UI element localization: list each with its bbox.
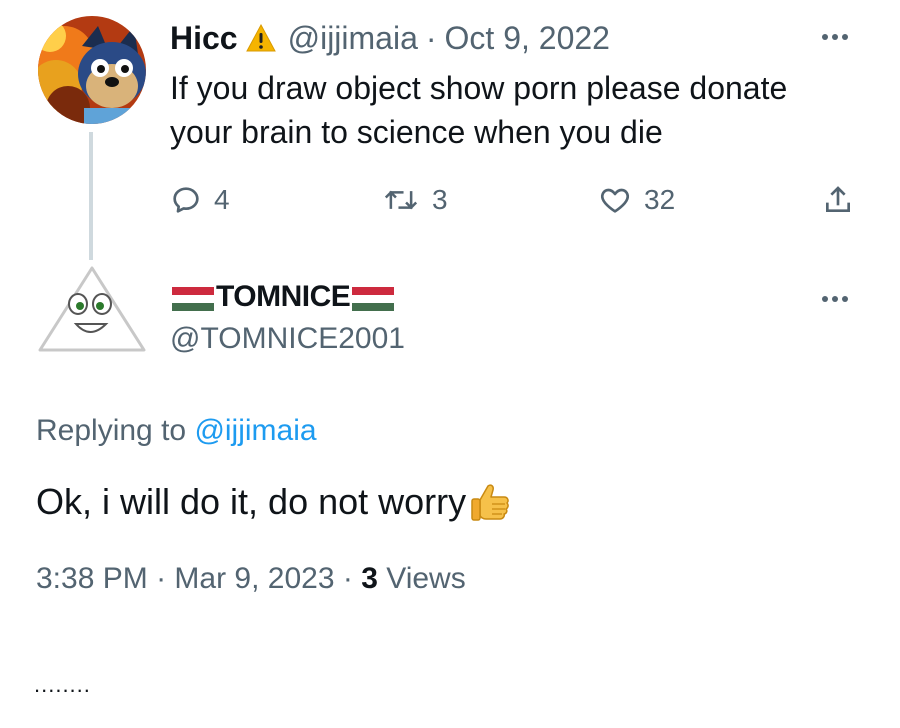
display-name[interactable]: Hicc [170, 18, 238, 58]
hungary-flag-icon [352, 285, 395, 311]
like-count: 32 [644, 184, 676, 215]
tweet-header: Hicc @ijjimaia · Oct 9, 2022 [170, 18, 610, 58]
reply-button[interactable]: 4 [170, 180, 230, 220]
more-options-button[interactable] [820, 22, 850, 57]
user-handle[interactable]: @ijjimaia [288, 18, 418, 58]
separator-dot: · [425, 20, 437, 56]
thumbs-up-icon [468, 480, 512, 524]
views-count: 3 [361, 562, 378, 595]
share-button[interactable] [822, 180, 866, 220]
retweet-icon [384, 190, 418, 210]
reply-user-handle[interactable]: @TOMNICE2001 [170, 322, 405, 356]
views-label[interactable]: Views [386, 562, 465, 595]
hungary-flag-icon [172, 285, 214, 311]
reply-text-row: Ok, i will do it, do not worry [36, 478, 512, 526]
retweet-count: 3 [432, 184, 448, 215]
tweet-text: If you draw object show porn please dona… [170, 70, 788, 150]
tweet-meta: 3:38 PM · Mar 9, 2023 · 3 Views [36, 562, 466, 596]
separator-dot: · [156, 562, 167, 595]
retweet-button[interactable]: 3 [382, 180, 448, 220]
reply-display-name-row[interactable]: TOMNICE [170, 280, 396, 314]
reply-avatar[interactable] [36, 262, 148, 358]
tweet-time[interactable]: 3:38 PM [36, 562, 148, 595]
reply-count: 4 [214, 184, 230, 215]
avatar-image [38, 16, 146, 124]
heart-icon [601, 188, 629, 213]
thread-connector-line [89, 132, 93, 260]
replying-to-link[interactable]: @ijjimaia [194, 414, 316, 447]
replying-to-line: Replying to @ijjimaia [36, 414, 317, 448]
avatar[interactable] [38, 16, 146, 124]
replying-to-label: Replying to [36, 414, 187, 447]
like-button[interactable]: 32 [598, 180, 675, 220]
reply-icon [173, 187, 199, 213]
separator-dot: · [342, 562, 353, 595]
reply-display-name: TOMNICE [216, 280, 351, 313]
trailing-ellipsis-text: ........ [34, 672, 91, 697]
warning-icon [245, 24, 276, 52]
more-icon [822, 296, 848, 302]
more-icon [822, 34, 848, 40]
share-icon [826, 186, 850, 212]
triangle-character-avatar [38, 266, 146, 352]
reply-text: Ok, i will do it, do not worry [36, 481, 467, 522]
tweet-date[interactable]: Mar 9, 2023 [174, 562, 334, 595]
reply-more-options-button[interactable] [820, 284, 850, 319]
tweet-date[interactable]: Oct 9, 2022 [445, 18, 610, 58]
